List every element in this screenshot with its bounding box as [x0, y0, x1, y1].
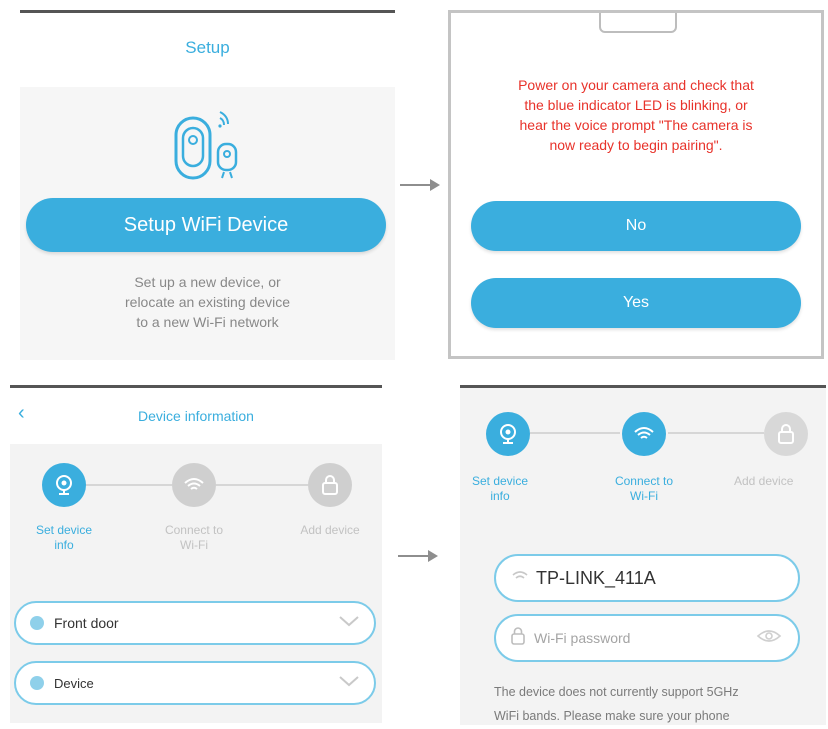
lock-icon	[510, 626, 526, 650]
step-label-line: info	[490, 489, 510, 503]
flow-arrow-right	[400, 179, 440, 191]
wifi-ssid-value: TP-LINK_411A	[536, 567, 656, 588]
step-label-line: Connect to	[614, 474, 674, 488]
device-info-panel: ‹ Device information Set device info Con…	[10, 385, 382, 723]
confirm-dialog: Power on your camera and check that the …	[448, 10, 824, 359]
location-select[interactable]: Front door	[14, 601, 376, 645]
setup-description-line: to a new Wi-Fi network	[136, 314, 279, 330]
camera-icon	[174, 111, 238, 180]
camera-illustration	[170, 106, 250, 186]
wifi-panel: Set device info Connect to Wi-Fi Add dev…	[460, 385, 826, 725]
instruction-line: the blue indicator LED is blinking, or	[524, 97, 748, 113]
pairing-instructions: Power on your camera and check that the …	[451, 75, 821, 155]
location-value: Front door	[54, 615, 119, 631]
wifi-icon	[634, 427, 654, 439]
wifi-password-field[interactable]: Wi-Fi password	[494, 614, 800, 662]
step-connector	[668, 432, 764, 434]
setup-wifi-device-button[interactable]: Setup WiFi Device	[26, 198, 386, 252]
flow-arrow-right	[398, 550, 438, 562]
step-connector	[216, 484, 308, 486]
wifi-band-note: The device does not currently support 5G…	[494, 680, 824, 725]
step-set-device-info	[486, 412, 530, 456]
chevron-down-icon	[338, 614, 360, 632]
setup-header: Setup	[20, 10, 395, 87]
step-label-line: Wi-Fi	[630, 489, 658, 503]
yes-button[interactable]: Yes	[471, 278, 801, 328]
step-label-add-device: Add device	[734, 474, 794, 488]
step-add-device	[764, 412, 808, 456]
lock-icon	[778, 424, 794, 444]
step-label-line: info	[54, 538, 74, 552]
note-line: WiFi bands. Please make sure your phone	[494, 709, 730, 723]
device-info-header: ‹ Device information	[10, 385, 382, 444]
wifi-icon	[184, 478, 204, 490]
setup-description-line: Set up a new device, or	[134, 274, 281, 290]
dialog-notch	[599, 13, 677, 33]
note-line: The device does not currently support 5G…	[494, 685, 739, 699]
step-label-line: Set device	[35, 523, 93, 537]
device-type-select[interactable]: Device	[14, 661, 376, 705]
step-label-line: Connect to	[164, 523, 224, 537]
step-connector	[86, 484, 172, 486]
step-connector	[530, 432, 620, 434]
wifi-ssid-field[interactable]: TP-LINK_411A	[494, 554, 800, 602]
step-label-set-device-info: Set device info	[460, 474, 540, 504]
step-label-set-device-info: Set device info	[16, 523, 112, 553]
device-value: Device	[54, 675, 94, 691]
step-add-device	[308, 463, 352, 507]
step-label-add-device: Add device	[300, 523, 360, 537]
no-button[interactable]: No	[471, 201, 801, 251]
wifi-password-placeholder: Wi-Fi password	[534, 630, 631, 646]
page-title: Setup	[185, 38, 230, 57]
lock-icon	[322, 475, 338, 495]
instruction-line: Power on your camera and check that	[518, 77, 754, 93]
instruction-line: now ready to begin pairing".	[549, 137, 723, 153]
step-connect-wifi	[172, 463, 216, 507]
camera-icon	[500, 424, 516, 444]
step-label-line: Wi-Fi	[180, 538, 208, 552]
setup-description: Set up a new device, or relocate an exis…	[20, 272, 395, 332]
step-connect-wifi	[622, 412, 666, 456]
eye-icon[interactable]	[756, 629, 782, 648]
page-title: Device information	[138, 408, 254, 424]
location-pin-icon	[30, 616, 44, 630]
step-label-line: Set device	[471, 474, 529, 488]
setup-panel: Setup Setup WiFi Device Set up a new dev…	[20, 10, 395, 360]
setup-description-line: relocate an existing device	[125, 294, 290, 310]
step-label-connect-wifi: Connect to Wi-Fi	[146, 523, 242, 553]
wifi-icon	[512, 569, 528, 587]
chevron-down-icon	[338, 674, 360, 692]
step-label-connect-wifi: Connect to Wi-Fi	[596, 474, 692, 504]
device-icon	[30, 676, 44, 690]
wifi-signal-icon	[218, 111, 229, 128]
camera-icon	[56, 475, 72, 495]
instruction-line: hear the voice prompt "The camera is	[519, 117, 753, 133]
step-set-device-info	[42, 463, 86, 507]
